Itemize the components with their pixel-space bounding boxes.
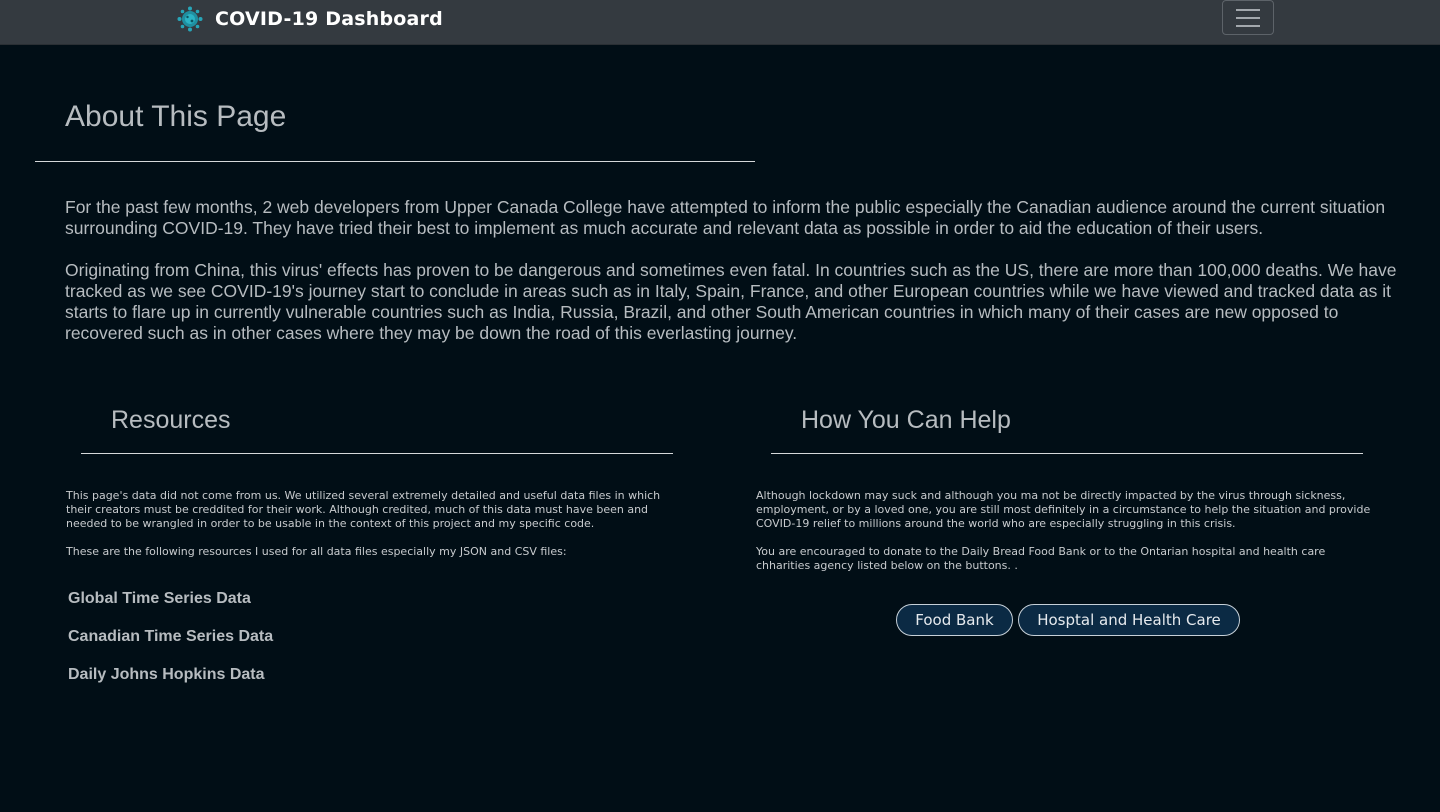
help-divider — [771, 453, 1363, 454]
link-daily-johns-hopkins[interactable]: Daily Johns Hopkins Data — [68, 666, 265, 684]
hamburger-menu-icon-bar-2 — [1236, 16, 1260, 19]
help-paragraph-2: You are encouraged to donate to the Dail… — [756, 545, 1326, 572]
resources-divider — [81, 453, 673, 454]
page-title: About This Page — [65, 100, 287, 133]
about-paragraph-1: For the past few months, 2 web developer… — [65, 197, 1386, 238]
navbar: COVID-19 Dashboard — [0, 0, 1440, 45]
brand-link[interactable]: COVID-19 Dashboard — [177, 6, 443, 32]
hamburger-menu-icon — [1236, 8, 1260, 11]
brand-title: COVID-19 Dashboard — [215, 8, 443, 30]
navbar-toggler-button[interactable] — [1222, 0, 1274, 35]
resources-title: Resources — [111, 406, 231, 434]
food-bank-button[interactable]: Food Bank — [896, 604, 1013, 636]
help-title: How You Can Help — [801, 406, 1011, 434]
link-global-time-series[interactable]: Global Time Series Data — [68, 590, 251, 608]
about-text: For the past few months, 2 web developer… — [65, 197, 1405, 365]
resources-text: This page's data did not come from us. W… — [66, 489, 686, 573]
hospital-health-care-button[interactable]: Hosptal and Health Care — [1018, 604, 1240, 636]
link-canadian-time-series[interactable]: Canadian Time Series Data — [68, 628, 273, 646]
about-paragraph-2: Originating from China, this virus' effe… — [65, 260, 1397, 343]
title-divider — [35, 161, 755, 162]
hamburger-menu-icon-bar-3 — [1236, 24, 1260, 27]
help-text: Although lockdown may suck and although … — [756, 489, 1376, 587]
coronavirus-icon — [177, 6, 203, 32]
help-paragraph-1: Although lockdown may suck and although … — [756, 489, 1371, 530]
resources-paragraph-2: These are the following resources I used… — [66, 545, 567, 558]
resources-paragraph-1: This page's data did not come from us. W… — [66, 489, 661, 530]
